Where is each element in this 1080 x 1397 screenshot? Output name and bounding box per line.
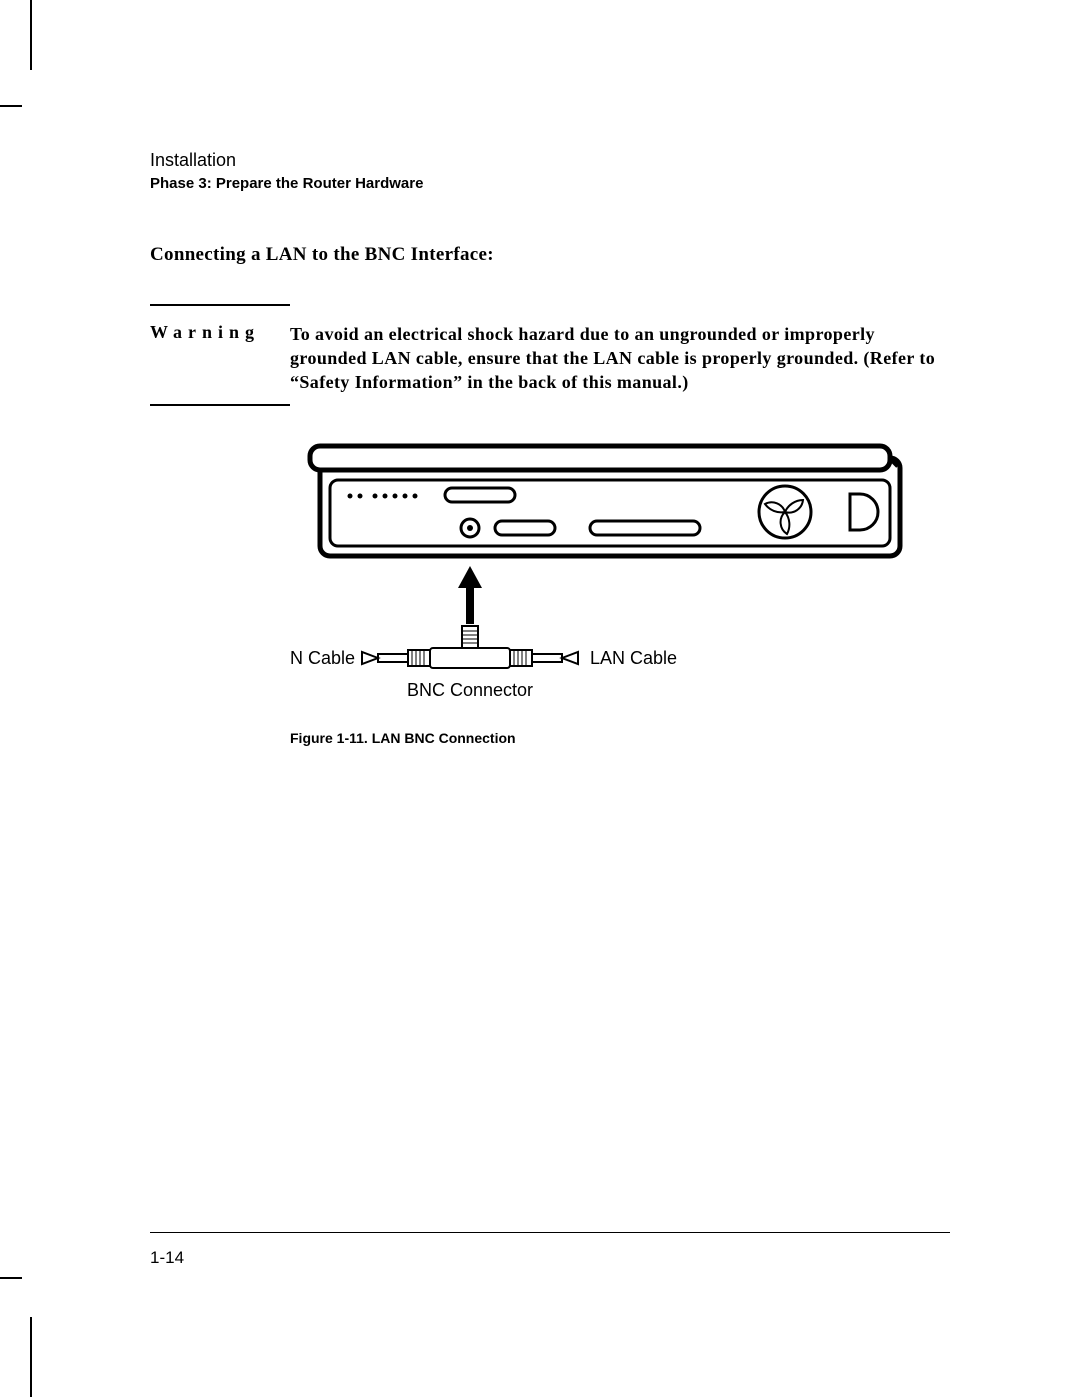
lan-cable-left-icon <box>362 652 408 664</box>
phase-title: Phase 3: Prepare the Router Hardware <box>150 175 950 192</box>
crop-mark <box>30 1317 32 1397</box>
warning-block: Warning To avoid an electrical shock haz… <box>150 304 950 406</box>
label-bnc-connector: BNC Connector <box>407 680 533 700</box>
figure-caption: Figure 1-11. LAN BNC Connection <box>290 730 930 746</box>
label-lan-cable-left: LAN Cable <box>290 648 355 668</box>
section-heading: Connecting a LAN to the BNC Interface: <box>150 244 950 266</box>
crop-mark <box>0 1277 22 1279</box>
label-lan-cable-right: LAN Cable <box>590 648 677 668</box>
rule <box>150 304 290 306</box>
crop-mark <box>0 105 22 107</box>
footer-rule <box>150 1232 950 1233</box>
arrow-up-icon <box>458 566 482 624</box>
router-icon <box>310 446 900 556</box>
lan-cable-right-icon <box>532 652 578 664</box>
bnc-t-connector-icon <box>408 626 532 668</box>
page-number: 1-14 <box>150 1248 184 1268</box>
crop-mark <box>30 0 32 70</box>
figure-lan-bnc: LAN Cable LAN Cable BNC Connector Figure… <box>290 436 930 746</box>
warning-text: To avoid an electrical shock hazard due … <box>290 322 950 395</box>
rule <box>150 404 290 406</box>
warning-label: Warning <box>150 322 290 343</box>
chapter-title: Installation <box>150 150 950 171</box>
